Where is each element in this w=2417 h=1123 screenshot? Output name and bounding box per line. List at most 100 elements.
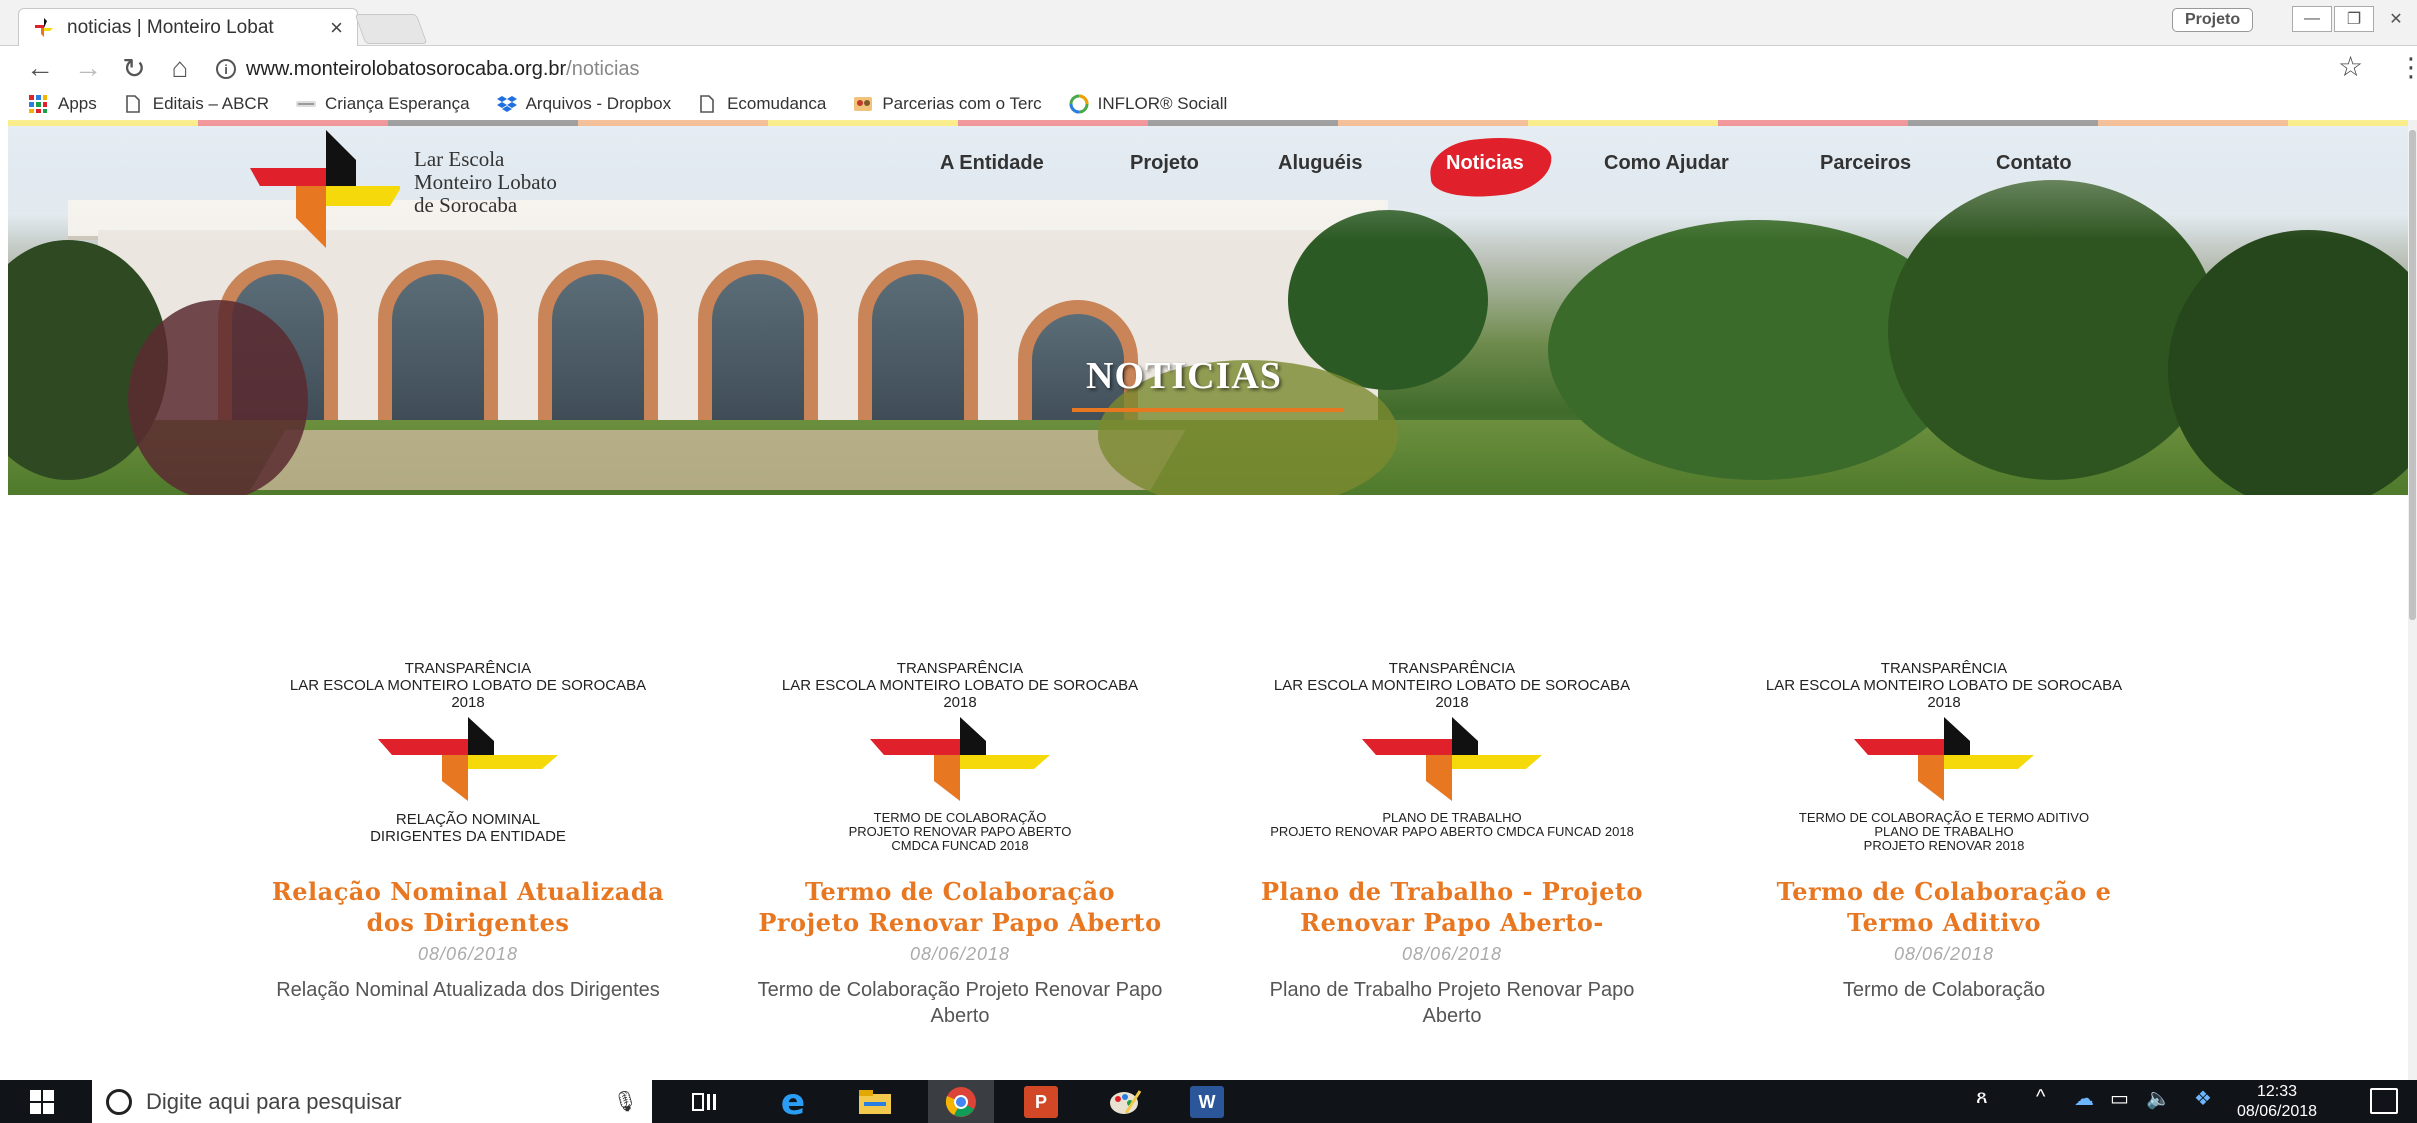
thumb-text: DIRIGENTES DA ENTIDADE [370,828,566,845]
onedrive-icon[interactable]: ☁ [2074,1086,2094,1111]
thumb-text: TRANSPARÊNCIA [1880,660,2008,677]
bookmark-label: Apps [58,94,97,113]
thumb-text: 2018 [451,694,485,711]
pinwheel-logo-icon [378,717,558,801]
home-icon[interactable]: ⌂ [162,50,198,86]
pinwheel-logo-icon [1362,717,1542,801]
esperanca-icon [295,94,316,114]
menu-dots-icon[interactable]: ⋮ [2398,52,2417,83]
news-thumbnail[interactable]: TRANSPARÊNCIA LAR ESCOLA MONTEIRO LOBATO… [750,660,1170,860]
nav-a-entidade[interactable]: A Entidade [940,152,1044,175]
notification-center-icon[interactable] [2370,1088,2398,1114]
back-arrow-icon[interactable]: ← [22,50,58,86]
bookmark-inflor[interactable]: INFLOR® Sociall [1068,94,1227,114]
forward-arrow-icon[interactable]: → [70,50,106,86]
thumb-text: PROJETO RENOVAR PAPO ABERTO [848,824,1072,839]
thumb-text: 2018 [943,694,977,711]
browser-tab[interactable]: noticias | Monteiro Lobat × [18,8,358,46]
clock-time: 12:33 [2256,1083,2298,1100]
pinwheel-logo-icon [870,717,1050,801]
scrollbar-thumb[interactable] [2409,130,2416,620]
nav-contato[interactable]: Contato [1996,152,2072,175]
windows-start-icon[interactable] [30,1090,54,1114]
taskbar-search[interactable]: Digite aqui para pesquisar 🎙 [92,1080,652,1123]
logo-line: de Sorocaba [414,193,518,217]
reload-icon[interactable]: ↻ [116,50,152,86]
thumb-text: TERMO DE COLABORAÇÃO [873,810,1047,825]
nav-parceiros[interactable]: Parceiros [1820,152,1911,175]
tree [128,300,308,495]
bookmark-star-icon[interactable]: ☆ [2338,50,2363,83]
news-card[interactable]: TRANSPARÊNCIA LAR ESCOLA MONTEIRO LOBATO… [750,660,1170,1029]
thumb-footer: RELAÇÃO NOMINAL DIRIGENTES DA ENTIDADE [258,811,678,845]
nav-noticias[interactable]: Noticias [1446,152,1524,175]
news-card[interactable]: TRANSPARÊNCIA LAR ESCOLA MONTEIRO LOBATO… [1734,660,2154,1003]
news-title[interactable]: Termo de Colaboração e Termo Aditivo [1734,876,2154,938]
logo-text: Lar Escola Monteiro Lobato de Sorocaba [414,148,557,217]
url-path: /noticias [566,57,640,80]
thumb-header: TRANSPARÊNCIA LAR ESCOLA MONTEIRO LOBATO… [1734,660,2154,711]
bookmark-crianca-esperanca[interactable]: Criança Esperança [295,94,470,114]
bookmark-parcerias[interactable]: Parcerias com o Terc [852,94,1042,114]
nav-alugueis[interactable]: Aluguéis [1278,152,1362,175]
network-icon[interactable]: ▭ [2110,1086,2129,1111]
bookmark-label: Parcerias com o Terc [882,94,1042,113]
page-icon [697,94,717,114]
clock-date: 08/06/2018 [2236,1103,2318,1120]
taskbar-clock[interactable]: 12:33 08/06/2018 [2234,1082,2320,1122]
volume-icon[interactable]: 🔈 [2146,1086,2171,1111]
news-title[interactable]: Termo de Colaboração Projeto Renovar Pap… [750,876,1170,938]
pinwheel-logo-icon [1854,717,2034,801]
thumb-text: TRANSPARÊNCIA [1388,660,1516,677]
thumb-header: TRANSPARÊNCIA LAR ESCOLA MONTEIRO LOBATO… [1242,660,1662,711]
apps-grid-icon [28,94,48,114]
cortana-icon[interactable] [106,1088,132,1115]
bookmark-label: Arquivos - Dropbox [525,94,672,113]
edge-icon[interactable]: e [776,1082,810,1123]
news-summary: Termo de Colaboração [1842,979,2046,1001]
news-card[interactable]: TRANSPARÊNCIA LAR ESCOLA MONTEIRO LOBATO… [258,660,678,1003]
bookmark-apps[interactable]: Apps [28,94,97,114]
bookmark-dropbox[interactable]: Arquivos - Dropbox [496,94,672,114]
tab-close-icon[interactable]: × [330,15,343,41]
news-title[interactable]: Relação Nominal Atualizada dos Dirigente… [258,876,678,938]
info-icon[interactable]: i [216,59,236,79]
thumb-text: PLANO DE TRABALHO [1874,824,2014,839]
microphone-icon[interactable]: 🎙 [613,1089,638,1114]
powerpoint-icon[interactable]: P [1024,1086,1058,1118]
dropbox-icon [496,94,517,114]
thumb-text: LAR ESCOLA MONTEIRO LOBATO DE SOROCABA [781,677,1139,694]
new-tab-button[interactable] [354,14,428,44]
chrome-icon[interactable] [944,1086,978,1118]
news-title[interactable]: Plano de Trabalho - Projeto Renovar Papo… [1242,876,1662,938]
file-explorer-icon[interactable] [858,1086,892,1118]
profile-button[interactable]: Projeto [2172,8,2254,32]
news-date: 08/06/2018 [1401,944,1503,964]
bookmark-label: Ecomudanca [727,94,827,113]
news-summary: Termo de Colaboração Projeto Renovar Pap… [757,979,1163,1027]
task-view-icon[interactable] [688,1086,722,1118]
address-bar[interactable]: i www.monteirolobatosorocaba.org.br/noti… [216,52,2352,86]
close-window-icon[interactable]: ✕ [2376,6,2416,32]
bookmarks-bar: Apps Editais – ABCR Criança Esperança Ar… [0,88,2417,120]
nav-projeto[interactable]: Projeto [1130,152,1199,175]
maximize-icon[interactable]: ❐ [2334,6,2374,32]
news-thumbnail[interactable]: TRANSPARÊNCIA LAR ESCOLA MONTEIRO LOBATO… [1242,660,1662,860]
nav-como-ajudar[interactable]: Como Ajudar [1604,152,1729,175]
news-card[interactable]: TRANSPARÊNCIA LAR ESCOLA MONTEIRO LOBATO… [1242,660,1662,1029]
news-date: 08/06/2018 [417,944,519,964]
bookmark-editais[interactable]: Editais – ABCR [123,94,269,114]
news-thumbnail[interactable]: TRANSPARÊNCIA LAR ESCOLA MONTEIRO LOBATO… [258,660,678,860]
news-thumbnail[interactable]: TRANSPARÊNCIA LAR ESCOLA MONTEIRO LOBATO… [1734,660,2154,860]
title-underline [1072,408,1344,412]
thumb-text: TRANSPARÊNCIA [404,660,532,677]
bookmark-ecomudanca[interactable]: Ecomudanca [697,94,826,114]
paint-icon[interactable] [1108,1086,1142,1118]
people-icon[interactable]: ጸ [1976,1086,1988,1109]
word-icon[interactable]: W [1190,1086,1224,1118]
chevron-up-icon[interactable]: ^ [2036,1086,2045,1109]
dropbox-tray-icon[interactable]: ❖ [2194,1086,2212,1111]
thumb-text: PROJETO RENOVAR PAPO ABERTO CMDCA FUNCAD… [1270,824,1634,839]
minimize-icon[interactable]: — [2292,6,2332,32]
site-logo[interactable] [250,130,402,250]
